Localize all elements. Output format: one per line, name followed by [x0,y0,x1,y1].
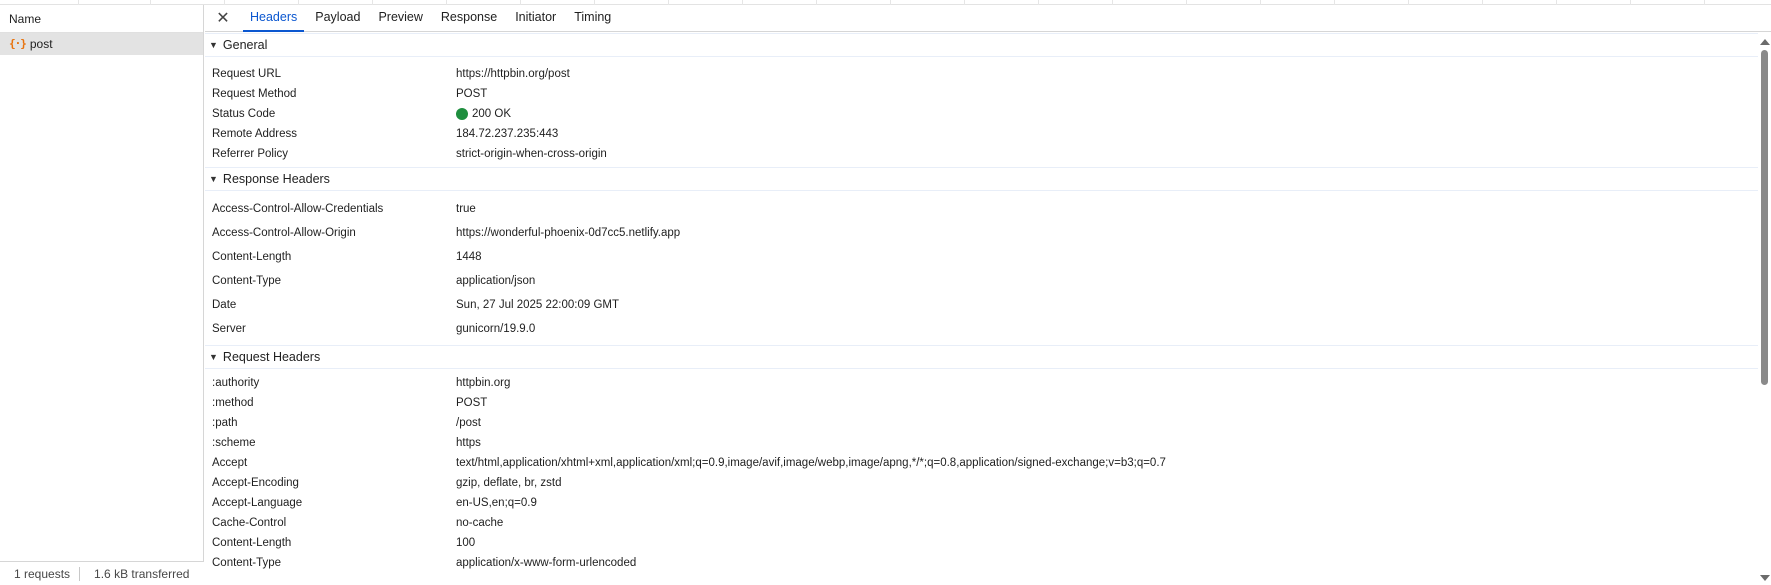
header-key: :path [212,417,238,429]
header-row: Request Method POST [205,84,1758,104]
header-key: Accept [212,457,248,469]
header-value[interactable]: https://wonderful-phoenix-0d7cc5.netlify… [456,227,680,239]
response-headers-section-title: Response Headers [222,172,330,186]
fetch-request-icon: {·} [9,37,27,50]
header-key: Content-Type [212,275,282,287]
scrollbar-thumb[interactable] [1761,50,1768,385]
header-key: Access-Control-Allow-Credentials [212,203,384,215]
expand-triangle-icon: ▼ [209,40,218,50]
status-code-text: 200 OK [472,108,511,120]
request-list-pane: Name {·} post 1 requests 1.6 kB transfer… [0,5,204,585]
header-row: Content-Length 1448 [205,245,1758,269]
scroll-down-icon[interactable] [1760,575,1770,581]
scroll-up-icon[interactable] [1760,39,1770,45]
tab-preview[interactable]: Preview [369,5,431,31]
network-status-bar: 1 requests 1.6 kB transferred [0,561,204,585]
header-row: Request URL https://httpbin.org/post [205,64,1758,84]
response-headers-section-toggle[interactable]: ▼ Response Headers [205,167,1758,191]
header-value[interactable]: text/html,application/xhtml+xml,applicat… [456,457,1166,469]
request-count: 1 requests [14,566,71,581]
header-row: Status Code 200 OK [205,104,1758,124]
general-section-title: General [222,38,268,52]
header-key: Status Code [212,108,276,120]
header-value[interactable]: Sun, 27 Jul 2025 22:00:09 GMT [456,299,619,311]
vertical-scrollbar[interactable] [1758,33,1771,585]
header-row: Accept-Language en-US,en;q=0.9 [205,493,1758,513]
header-key: Cache-Control [212,517,287,529]
header-key: Request Method [212,88,297,100]
header-key: Request URL [212,68,282,80]
header-key: Content-Type [212,557,282,569]
header-value[interactable]: https [456,437,481,449]
header-row: :method POST [205,393,1758,413]
header-row: Accept text/html,application/xhtml+xml,a… [205,453,1758,473]
request-headers-section-toggle[interactable]: ▼ Request Headers [205,345,1758,369]
transferred-size: 1.6 kB transferred [94,566,190,581]
header-value[interactable]: gunicorn/19.9.0 [456,323,535,335]
header-value[interactable]: true [456,203,476,215]
header-key: Accept-Language [212,497,303,509]
general-section-toggle[interactable]: ▼ General [205,33,1758,57]
tab-initiator[interactable]: Initiator [506,5,565,31]
header-value[interactable]: application/json [456,275,535,287]
header-value[interactable]: POST [456,397,487,409]
header-value[interactable]: strict-origin-when-cross-origin [456,148,607,160]
header-key: Remote Address [212,128,298,140]
header-row: Content-Length 100 [205,533,1758,553]
header-row: Server gunicorn/19.9.0 [205,317,1758,341]
header-row: Date Sun, 27 Jul 2025 22:00:09 GMT [205,293,1758,317]
header-value[interactable]: gzip, deflate, br, zstd [456,477,561,489]
general-section: Request URL https://httpbin.org/post Req… [205,57,1758,167]
name-column-header[interactable]: Name [0,5,203,33]
header-key: :method [212,397,254,409]
header-key: Access-Control-Allow-Origin [212,227,356,239]
header-key: Accept-Encoding [212,477,299,489]
header-key: Content-Length [212,251,292,263]
header-key: Content-Length [212,537,292,549]
header-value[interactable]: 100 [456,537,475,549]
response-headers-section: Access-Control-Allow-Credentials true Ac… [205,191,1758,345]
header-value[interactable]: 1448 [456,251,482,263]
header-value[interactable]: POST [456,88,487,100]
header-row: Accept-Encoding gzip, deflate, br, zstd [205,473,1758,493]
header-key: Date [212,299,237,311]
header-value[interactable]: httpbin.org [456,377,510,389]
tab-response[interactable]: Response [432,5,506,31]
request-headers-section-title: Request Headers [222,350,321,364]
header-row: Referrer Policy strict-origin-when-cross… [205,144,1758,164]
header-row: Content-Type application/x-www-form-urle… [205,553,1758,573]
tab-timing[interactable]: Timing [565,5,620,31]
request-details-pane: ✕ Headers Payload Preview Response Initi… [205,5,1771,585]
expand-triangle-icon: ▼ [209,174,218,184]
header-value[interactable]: /post [456,417,481,429]
header-row: Access-Control-Allow-Credentials true [205,197,1758,221]
request-name: post [29,37,53,51]
status-code-value[interactable]: 200 OK [456,108,511,120]
header-key: Referrer Policy [212,148,289,160]
expand-triangle-icon: ▼ [209,352,218,362]
tab-payload[interactable]: Payload [306,5,369,31]
header-value[interactable]: no-cache [456,517,503,529]
header-row: :path /post [205,413,1758,433]
header-key: Server [212,323,246,335]
headers-content: ▼ General Request URL https://httpbin.or… [205,33,1758,585]
header-row: :scheme https [205,433,1758,453]
header-value[interactable]: en-US,en;q=0.9 [456,497,537,509]
header-row: Remote Address 184.72.237.235:443 [205,124,1758,144]
header-value[interactable]: https://httpbin.org/post [456,68,570,80]
request-headers-section: :authority httpbin.org :method POST :pat… [205,369,1758,573]
header-row: Content-Type application/json [205,269,1758,293]
close-icon[interactable]: ✕ [205,5,241,31]
header-row: Cache-Control no-cache [205,513,1758,533]
header-row: Access-Control-Allow-Origin https://wond… [205,221,1758,245]
status-ok-icon [456,108,468,120]
header-key: :authority [212,377,260,389]
header-row: :authority httpbin.org [205,373,1758,393]
tab-headers[interactable]: Headers [241,5,306,32]
request-row-post[interactable]: {·} post [0,33,203,55]
details-tab-bar: ✕ Headers Payload Preview Response Initi… [205,5,1771,32]
header-value[interactable]: 184.72.237.235:443 [456,128,558,140]
header-key: :scheme [212,437,256,449]
header-value[interactable]: application/x-www-form-urlencoded [456,557,636,569]
